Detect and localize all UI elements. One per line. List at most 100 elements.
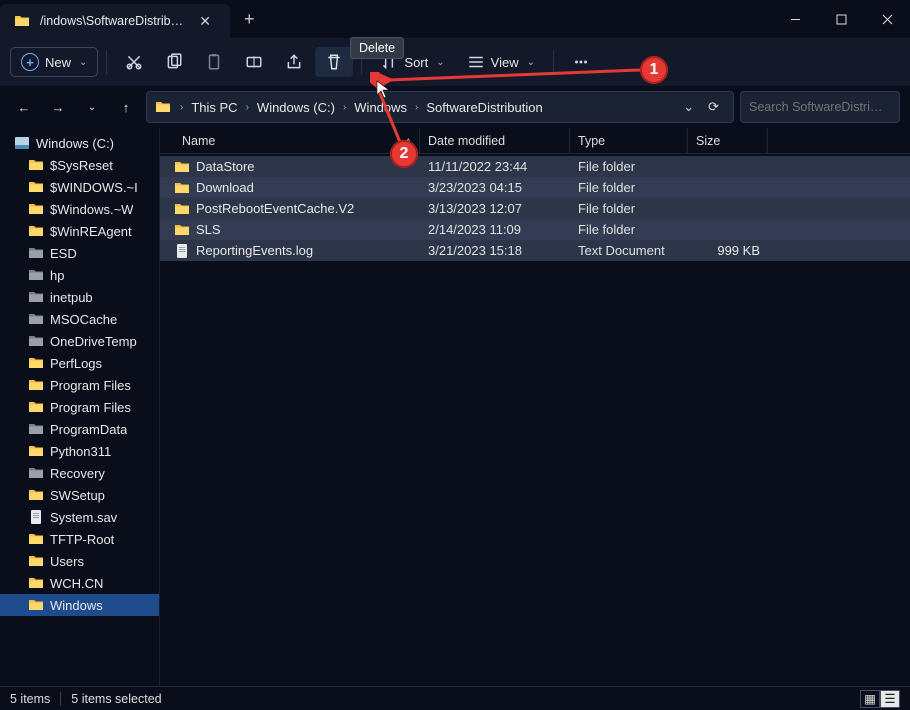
sidebar-item[interactable]: inetpub <box>0 286 159 308</box>
titlebar: /indows\SoftwareDistribution ✕ + <box>0 0 910 38</box>
file-name: PostRebootEventCache.V2 <box>196 201 354 216</box>
back-button[interactable]: ← <box>10 93 38 121</box>
sidebar-item[interactable]: SWSetup <box>0 484 159 506</box>
more-button[interactable] <box>562 47 600 77</box>
sidebar-item-label: PerfLogs <box>50 356 102 371</box>
paste-button[interactable] <box>195 47 233 77</box>
file-name: SLS <box>196 222 221 237</box>
sidebar[interactable]: Windows (C:) $SysReset$WINDOWS.~I$Window… <box>0 128 160 686</box>
delete-tooltip: Delete <box>350 37 404 59</box>
status-count: 5 items <box>10 692 50 706</box>
close-button[interactable] <box>864 0 910 38</box>
folder-icon <box>174 222 190 238</box>
doc-icon <box>28 509 44 525</box>
sidebar-item[interactable]: Program Files <box>0 374 159 396</box>
maximize-button[interactable] <box>818 0 864 38</box>
sidebar-item[interactable]: WCH.CN <box>0 572 159 594</box>
rename-button[interactable] <box>235 47 273 77</box>
tab-close-icon[interactable]: ✕ <box>194 11 216 32</box>
sidebar-item-label: SWSetup <box>50 488 105 503</box>
view-button[interactable]: View ⌄ <box>457 47 545 77</box>
delete-button[interactable] <box>315 47 353 77</box>
folder-icon <box>174 180 190 196</box>
folder-g-icon <box>28 311 44 327</box>
doc-icon <box>174 243 190 259</box>
folder-g-icon <box>28 289 44 305</box>
file-date: 3/23/2023 04:15 <box>420 180 570 195</box>
sort-label: Sort <box>404 55 428 70</box>
sidebar-item[interactable]: OneDriveTemp <box>0 330 159 352</box>
forward-button[interactable]: → <box>44 93 72 121</box>
sidebar-item[interactable]: $WINDOWS.~I <box>0 176 159 198</box>
sidebar-item[interactable]: Recovery <box>0 462 159 484</box>
sidebar-item-label: Recovery <box>50 466 105 481</box>
up-button[interactable]: ↑ <box>112 93 140 121</box>
tab-active[interactable]: /indows\SoftwareDistribution ✕ <box>0 4 230 38</box>
plus-icon: + <box>21 53 39 71</box>
cut-button[interactable] <box>115 47 153 77</box>
col-type[interactable]: Type <box>570 128 688 153</box>
col-date[interactable]: Date modified <box>420 128 570 153</box>
folder-icon <box>155 99 171 115</box>
file-name: DataStore <box>196 159 255 174</box>
file-type: File folder <box>570 159 688 174</box>
file-row[interactable]: DataStore11/11/2022 23:44File folder <box>160 156 910 177</box>
sidebar-item-label: Python311 <box>50 444 111 459</box>
file-name: Download <box>196 180 254 195</box>
tree-root[interactable]: Windows (C:) <box>0 132 159 154</box>
sidebar-item[interactable]: ProgramData <box>0 418 159 440</box>
sidebar-item[interactable]: ESD <box>0 242 159 264</box>
rename-icon <box>245 53 263 71</box>
folder-icon <box>28 553 44 569</box>
file-date: 3/21/2023 15:18 <box>420 243 570 258</box>
dots-icon <box>572 53 590 71</box>
folder-icon <box>28 355 44 371</box>
file-list[interactable]: DataStore11/11/2022 23:44File folder Down… <box>160 154 910 686</box>
sidebar-item[interactable]: Program Files <box>0 396 159 418</box>
view-label: View <box>491 55 519 70</box>
trash-icon <box>325 53 343 71</box>
sidebar-item[interactable]: Users <box>0 550 159 572</box>
tab-title: /indows\SoftwareDistribution <box>40 14 184 28</box>
refresh-button[interactable]: ⟳ <box>700 99 727 115</box>
sidebar-item[interactable]: $Windows.~W <box>0 198 159 220</box>
address-chevron-icon[interactable]: ⌄ <box>677 99 700 115</box>
folder-icon <box>28 201 44 217</box>
file-row[interactable]: ReportingEvents.log3/21/2023 15:18Text D… <box>160 240 910 261</box>
breadcrumb-thispc[interactable]: This PC <box>186 97 242 118</box>
file-row[interactable]: SLS2/14/2023 11:09File folder <box>160 219 910 240</box>
sidebar-item[interactable]: System.sav <box>0 506 159 528</box>
toolbar: + New ⌄ Sort ⌄ View ⌄ <box>0 38 910 86</box>
search-box[interactable]: 🔍 <box>740 91 900 123</box>
sidebar-item[interactable]: $SysReset <box>0 154 159 176</box>
sidebar-item[interactable]: hp <box>0 264 159 286</box>
sidebar-item[interactable]: TFTP-Root <box>0 528 159 550</box>
minimize-button[interactable] <box>772 0 818 38</box>
sidebar-item[interactable]: MSOCache <box>0 308 159 330</box>
view-thumb-button[interactable]: ▦ <box>860 690 880 708</box>
folder-icon <box>28 179 44 195</box>
sidebar-item[interactable]: $WinREAgent <box>0 220 159 242</box>
col-size[interactable]: Size <box>688 128 768 153</box>
recent-button[interactable]: ⌄ <box>78 93 106 121</box>
new-tab-button[interactable]: + <box>230 3 269 36</box>
folder-icon <box>28 443 44 459</box>
col-name[interactable]: Name ˄ <box>174 128 420 153</box>
breadcrumb-swdist[interactable]: SoftwareDistribution <box>421 97 547 118</box>
file-row[interactable]: PostRebootEventCache.V23/13/2023 12:07Fi… <box>160 198 910 219</box>
file-row[interactable]: Download3/23/2023 04:15File folder <box>160 177 910 198</box>
copy-button[interactable] <box>155 47 193 77</box>
navigation-row: ← → ⌄ ↑ › This PC › Windows (C:) › Windo… <box>0 86 910 128</box>
sidebar-item[interactable]: Python311 <box>0 440 159 462</box>
mouse-cursor <box>376 80 392 100</box>
view-detail-button[interactable]: ☰ <box>880 690 900 708</box>
sidebar-item[interactable]: PerfLogs <box>0 352 159 374</box>
address-bar[interactable]: › This PC › Windows (C:) › Windows › Sof… <box>146 91 734 123</box>
share-button[interactable] <box>275 47 313 77</box>
new-button[interactable]: + New ⌄ <box>10 47 98 77</box>
search-input[interactable] <box>749 100 910 114</box>
sidebar-item-label: $WinREAgent <box>50 224 132 239</box>
breadcrumb-drive[interactable]: Windows (C:) <box>252 97 340 118</box>
sidebar-item[interactable]: Windows <box>0 594 159 616</box>
main-area: Name ˄ Date modified Type Size DataStore… <box>160 128 910 686</box>
